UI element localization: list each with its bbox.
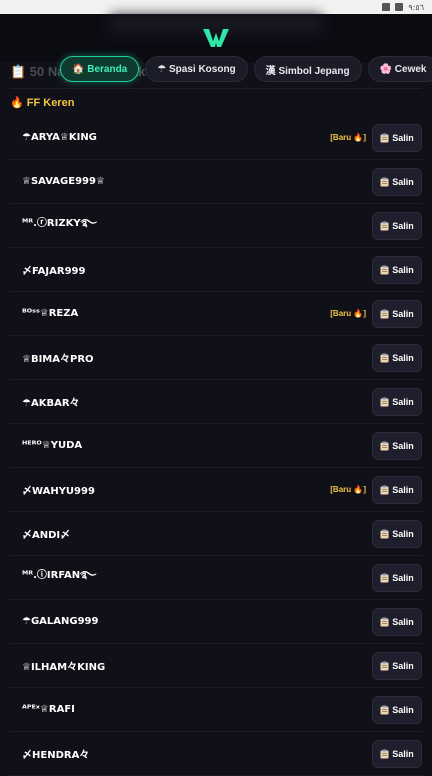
list-item: 〆ANDI〆 Salin [10,512,422,556]
nickname-text: ᴮᴼˢˢ♕REZA [22,308,79,319]
nickname-text: ♕SAVAGE999♕ [22,176,105,187]
copy-button[interactable]: Salin [372,695,422,724]
status-time: ٩:٥٦ [408,2,424,12]
nickname-text: 〆HENDRA々 [22,750,90,761]
list-item: 〆HENDRA々 Salin [10,732,422,776]
nickname-text: ♕ILHAM々KING [22,662,106,673]
copy-button[interactable]: Salin [372,211,422,240]
copy-button[interactable]: Salin [372,607,422,636]
copy-button[interactable]: Salin [372,343,422,372]
tab-cewek[interactable]: 🌸 Cewek [367,56,432,82]
list-item: ᴮᴼˢˢ♕REZA [Baru 🔥] Salin [10,292,422,336]
list-item: ☂AKBAR々 Salin [10,380,422,424]
copy-button[interactable]: Salin [372,123,422,152]
clipboard-icon [380,529,389,538]
list-item: ᴹᴿ.ⓡRIZKY࿐ Salin [10,204,422,248]
new-badge: [Baru 🔥] [330,309,366,318]
clipboard-icon [380,441,389,450]
list-item: ♕SAVAGE999♕ Salin [10,160,422,204]
list-item: ᴴᴱᴿᴼ♕YUDA Salin [10,424,422,468]
copy-button[interactable]: Salin [372,519,422,548]
list-item: ♕BIMA々PRO Salin [10,336,422,380]
clipboard-icon [380,485,389,494]
copy-label: Salin [392,352,414,363]
tab-beranda[interactable]: 🏠 Beranda [60,56,140,82]
nickname-text: ᴴᴱᴿᴼ♕YUDA [22,440,83,451]
status-bar: ٩:٥٦ [0,0,432,14]
clipboard-icon [380,309,389,318]
clipboard-icon [380,221,389,230]
copy-button[interactable]: Salin [372,431,422,460]
list-item: 〆WAHYU999 [Baru 🔥] Salin [10,468,422,512]
nickname-text: 〆ANDI〆 [22,530,71,541]
list-item: ☂ARYA♕KING [Baru 🔥] Salin [10,116,422,160]
clipboard-icon [380,661,389,670]
copy-button[interactable]: Salin [372,299,422,328]
list-item: 〆FAJAR999 Salin [10,248,422,292]
copy-label: Salin [392,132,414,143]
clipboard-icon [380,265,389,274]
clipboard-icon [380,749,389,758]
clipboard-icon [380,353,389,362]
tab-simbol-jepang[interactable]: 漢 Simbol Jepang [253,56,362,82]
copy-button[interactable]: Salin [372,475,422,504]
list-item: ☂GALANG999 Salin [10,600,422,644]
nickname-text: ᴹᴿ.ⓡRIZKY࿐ [22,217,97,229]
list-item: ᴹᴿ.ⓘIRFAN࿐ Salin [10,556,422,600]
copy-label: Salin [392,440,414,451]
category-tabs: 🏠 Beranda ☂ Spasi Kosong 漢 Simbol Jepang… [60,56,432,82]
clipboard-icon [380,705,389,714]
nickname-text: ☂ARYA♕KING [22,132,97,143]
tab-spasi-kosong[interactable]: ☂ Spasi Kosong [145,56,248,82]
list-item: ᴬᴾᴱˣ♕RAFI Salin [10,688,422,732]
copy-label: Salin [392,660,414,671]
copy-label: Salin [392,220,414,231]
nickname-text: ♕BIMA々PRO [22,354,94,365]
clipboard-icon [380,397,389,406]
nickname-text: 〆WAHYU999 [22,486,95,497]
nickname-text: 〆FAJAR999 [22,266,86,277]
copy-button[interactable]: Salin [372,387,422,416]
copy-label: Salin [392,572,414,583]
copy-label: Salin [392,396,414,407]
nickname-text: ☂AKBAR々 [22,398,80,409]
copy-button[interactable]: Salin [372,563,422,592]
new-badge: [Baru 🔥] [330,485,366,494]
copy-label: Salin [392,528,414,539]
copy-button[interactable]: Salin [372,739,422,768]
copy-label: Salin [392,484,414,495]
clipboard-icon [380,133,389,142]
copy-label: Salin [392,748,414,759]
notification-icon [382,3,391,11]
clipboard-icon [380,617,389,626]
copy-label: Salin [392,704,414,715]
app-logo-icon[interactable] [202,27,230,49]
nickname-text: ᴬᴾᴱˣ♕RAFI [22,704,75,715]
copy-button[interactable]: Salin [372,255,422,284]
list-item: ♕ILHAM々KING Salin [10,644,422,688]
nickname-text: ☂GALANG999 [22,616,99,627]
copy-button[interactable]: Salin [372,651,422,680]
copy-label: Salin [392,264,414,275]
clipboard-icon [380,177,389,186]
copy-label: Salin [392,616,414,627]
copy-button[interactable]: Salin [372,167,422,196]
name-list: ☂ARYA♕KING [Baru 🔥] Salin ♕SAVAGE999♕ Sa… [10,116,422,776]
image-icon [395,3,404,11]
new-badge: [Baru 🔥] [330,133,366,142]
section-title: 🔥 FF Keren [10,97,75,109]
copy-label: Salin [392,176,414,187]
nickname-text: ᴹᴿ.ⓘIRFAN࿐ [22,569,97,581]
copy-label: Salin [392,308,414,319]
divider [10,88,422,89]
clipboard-icon [380,573,389,582]
app-header [0,14,432,62]
